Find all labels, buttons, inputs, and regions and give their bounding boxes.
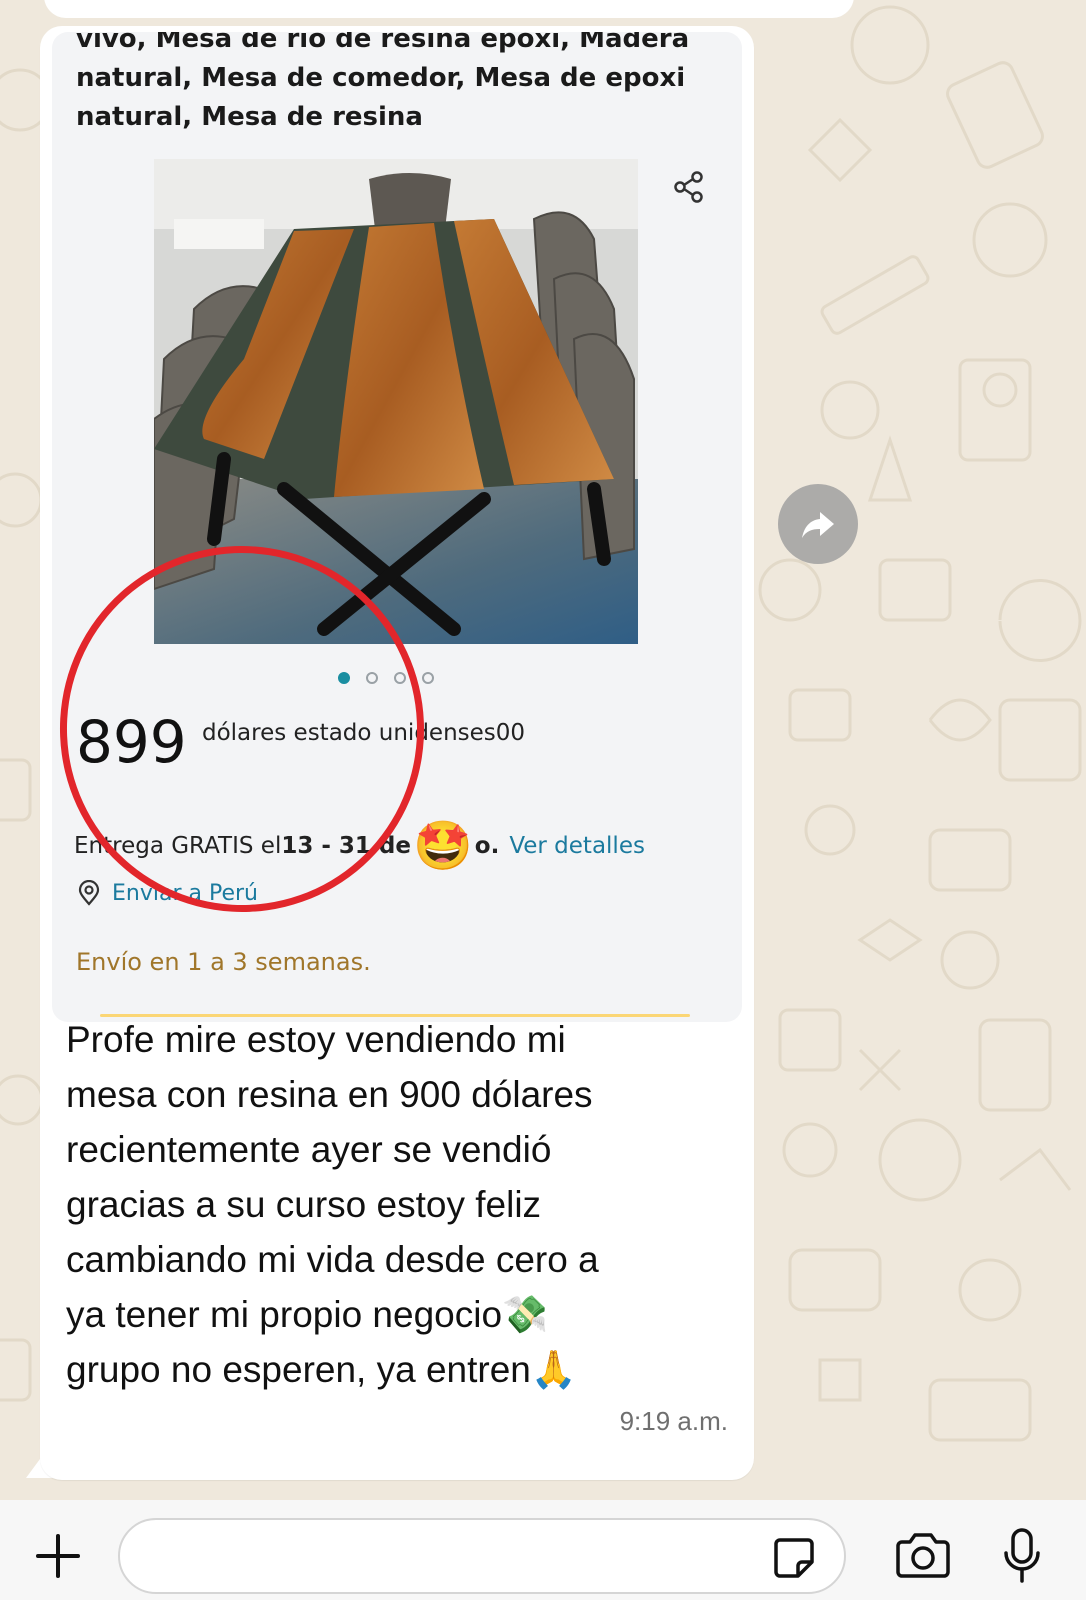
details-link[interactable]: Ver detalles [509, 833, 645, 859]
previous-message-bubble[interactable] [44, 0, 854, 18]
camera-button[interactable] [892, 1528, 954, 1584]
sticker-button[interactable] [770, 1534, 818, 1582]
message-line: Profe mire estoy vendiendo mi [66, 1019, 566, 1060]
share-icon [674, 171, 703, 203]
shipping-time: Envío en 1 a 3 semanas. [76, 948, 371, 976]
star-struck-emoji: 🤩 [413, 818, 473, 874]
product-title: vivo, Mesa de río de resina epoxi, Mader… [76, 32, 716, 137]
message-line: mesa con resina en 900 dólares [66, 1074, 593, 1115]
sticker-icon [774, 1538, 814, 1578]
shared-product-screenshot[interactable]: vivo, Mesa de río de resina epoxi, Mader… [52, 32, 742, 1022]
message-bubble[interactable]: vivo, Mesa de río de resina epoxi, Mader… [40, 26, 754, 1480]
forward-arrow-icon [802, 512, 834, 538]
carousel-dot[interactable] [422, 672, 434, 684]
message-text: Profe mire estoy vendiendo mi mesa con r… [66, 1012, 726, 1397]
microphone-icon [1004, 1528, 1040, 1583]
forward-button[interactable] [778, 484, 858, 564]
message-line: cambiando mi vida desde cero a [66, 1239, 599, 1280]
message-line: recientemente ayer se vendió [66, 1129, 552, 1170]
camera-icon [896, 1533, 950, 1578]
delivery-suffix: o. [474, 833, 500, 859]
microphone-button[interactable] [998, 1526, 1046, 1586]
message-input[interactable] [118, 1518, 846, 1594]
product-title-line: vivo, Mesa de río de resina epoxi, Mader… [76, 32, 690, 54]
plus-icon [36, 1534, 80, 1578]
share-button[interactable] [664, 162, 714, 212]
location-pin-icon [78, 880, 100, 906]
message-line: ya tener mi propio negocio💸 [66, 1294, 549, 1335]
product-title-line: natural, Mesa de comedor, Mesa de epoxi [76, 63, 686, 93]
message-line: gracias a su curso estoy feliz [66, 1184, 542, 1225]
message-timestamp: 9:19 a.m. [619, 1406, 728, 1436]
product-title-line: natural, Mesa de resina [76, 102, 423, 132]
message-line: grupo no esperen, ya entren🙏 [66, 1349, 577, 1390]
attach-button[interactable] [32, 1530, 84, 1582]
